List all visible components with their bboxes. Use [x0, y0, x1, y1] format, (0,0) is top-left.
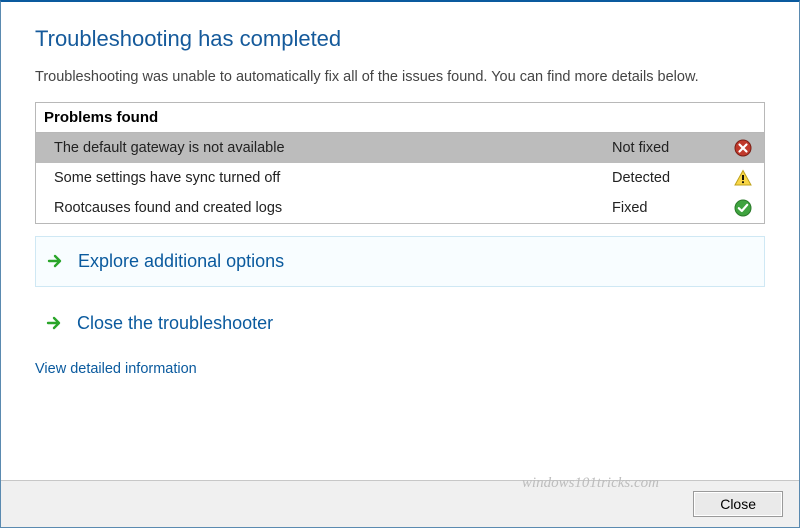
problem-name: Rootcauses found and created logs [54, 200, 612, 216]
problem-name: The default gateway is not available [54, 140, 612, 156]
problem-status: Not fixed [612, 140, 732, 156]
problems-found-box: Problems found The default gateway is no… [35, 102, 765, 224]
detailed-info-row: View detailed information [35, 360, 765, 377]
problems-found-header: Problems found [36, 103, 764, 133]
problem-row[interactable]: Some settings have sync turned off Detec… [36, 163, 764, 193]
explore-additional-options[interactable]: Explore additional options [35, 236, 765, 287]
arrow-right-icon [45, 314, 63, 332]
description-text: Troubleshooting was unable to automatica… [35, 68, 765, 88]
error-icon [732, 139, 754, 157]
problem-status: Detected [612, 170, 732, 186]
troubleshooter-window: Troubleshooting has completed Troublesho… [0, 0, 800, 528]
close-button[interactable]: Close [693, 491, 783, 517]
problem-status: Fixed [612, 200, 732, 216]
problem-row[interactable]: The default gateway is not available Not… [36, 133, 764, 163]
success-icon [732, 199, 754, 217]
close-the-troubleshooter[interactable]: Close the troubleshooter [35, 299, 765, 348]
page-title: Troubleshooting has completed [35, 26, 765, 52]
problem-row[interactable]: Rootcauses found and created logs Fixed [36, 193, 764, 223]
option-label: Explore additional options [78, 251, 284, 272]
arrow-right-icon [46, 252, 64, 270]
dialog-footer: windows101tricks.com Close [1, 480, 799, 527]
option-label: Close the troubleshooter [77, 313, 273, 334]
problem-name: Some settings have sync turned off [54, 170, 612, 186]
content-area: Troubleshooting has completed Troublesho… [1, 2, 799, 480]
view-detailed-information-link[interactable]: View detailed information [35, 361, 197, 377]
warning-icon [732, 169, 754, 187]
